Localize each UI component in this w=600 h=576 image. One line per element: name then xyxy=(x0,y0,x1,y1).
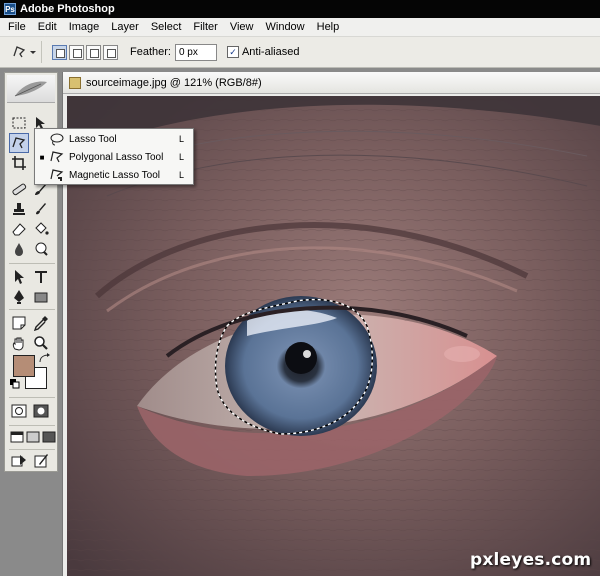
imageready-icon xyxy=(11,455,26,467)
feather-logo-icon xyxy=(14,81,47,96)
note-icon xyxy=(12,316,26,330)
zoom-icon xyxy=(34,336,48,350)
menu-filter[interactable]: Filter xyxy=(187,21,223,33)
type-tool[interactable] xyxy=(31,267,51,287)
dodge-icon xyxy=(35,242,48,256)
feather-input[interactable] xyxy=(174,43,217,61)
magnetic-lasso-icon xyxy=(50,169,64,181)
crop-tool[interactable] xyxy=(9,153,29,173)
paint-bucket-icon xyxy=(35,222,49,235)
imageready-brush-icon xyxy=(34,454,48,468)
new-selection-button[interactable] xyxy=(52,44,67,60)
default-colors-icon[interactable] xyxy=(10,379,20,389)
blur-tool[interactable] xyxy=(9,239,29,259)
document-icon xyxy=(69,76,81,89)
menu-select[interactable]: Select xyxy=(145,21,188,33)
path-selection-tool[interactable] xyxy=(9,267,29,287)
quick-mask-mode-button[interactable] xyxy=(31,401,51,421)
arrow-icon xyxy=(15,270,24,284)
hand-tool[interactable] xyxy=(9,333,29,353)
notes-tool[interactable] xyxy=(9,313,29,333)
active-bullet: ■ xyxy=(39,152,45,162)
options-bar: Feather: ✓ Anti-aliased xyxy=(0,37,600,68)
lasso-tool-flyout: Lasso Tool L ■ Polygonal Lasso Tool L Ma… xyxy=(34,128,194,185)
toolbox-divider xyxy=(9,263,55,264)
menu-help[interactable]: Help xyxy=(311,21,346,33)
flyout-shortcut: L xyxy=(179,152,185,162)
eraser-icon xyxy=(12,223,26,236)
flyout-magnetic-lasso-tool[interactable]: Magnetic Lasso Tool L xyxy=(35,166,193,184)
document-title: sourceimage.jpg @ 121% (RGB/8#) xyxy=(86,76,262,89)
jump-to-imageready-button[interactable] xyxy=(9,451,29,471)
menu-window[interactable]: Window xyxy=(260,21,311,33)
lasso-tool[interactable] xyxy=(9,133,29,153)
flyout-polygonal-lasso-tool[interactable]: ■ Polygonal Lasso Tool L xyxy=(35,148,193,166)
menu-bar: File Edit Image Layer Select Filter View… xyxy=(0,18,600,37)
selection-mode-group xyxy=(48,44,118,60)
marquee-icon xyxy=(12,117,26,129)
antialiased-checkbox[interactable]: ✓ xyxy=(226,46,239,58)
polygonal-lasso-icon xyxy=(12,46,36,58)
foreground-color-swatch[interactable] xyxy=(13,355,35,377)
standard-mode-button[interactable] xyxy=(9,401,29,421)
polygonal-lasso-icon xyxy=(50,151,64,163)
flyout-shortcut: L xyxy=(179,134,185,144)
zoom-tool[interactable] xyxy=(31,333,51,353)
menu-view[interactable]: View xyxy=(224,21,260,33)
flyout-label: Polygonal Lasso Tool xyxy=(69,151,164,163)
toolbox-logo xyxy=(7,75,55,103)
marquee-tool[interactable] xyxy=(9,113,29,133)
history-brush-tool[interactable] xyxy=(31,199,51,219)
subtract-from-selection-button[interactable] xyxy=(86,44,101,60)
pen-icon xyxy=(14,290,24,304)
flyout-label: Lasso Tool xyxy=(69,133,117,145)
eyedropper-tool[interactable] xyxy=(31,313,51,333)
type-icon xyxy=(35,271,47,283)
add-to-selection-button[interactable] xyxy=(69,44,84,60)
dodge-tool[interactable] xyxy=(31,239,51,259)
bandage-icon xyxy=(12,183,27,196)
eyedropper-icon xyxy=(33,316,48,331)
shape-tool[interactable] xyxy=(31,287,51,307)
healing-brush-tool[interactable] xyxy=(9,179,29,199)
menu-layer[interactable]: Layer xyxy=(105,21,145,33)
flyout-shortcut: L xyxy=(179,170,185,180)
window-title: Adobe Photoshop xyxy=(20,3,115,15)
screen-mode-icon xyxy=(42,431,56,443)
paint-bucket-tool[interactable] xyxy=(31,219,51,239)
intersect-selection-button[interactable] xyxy=(103,44,118,60)
stamp-icon xyxy=(13,203,25,215)
menu-file[interactable]: File xyxy=(2,21,32,33)
crop-icon xyxy=(12,156,26,170)
photoshop-logo-icon: Ps xyxy=(4,3,16,15)
history-brush-icon xyxy=(36,203,46,215)
clone-stamp-tool[interactable] xyxy=(9,199,29,219)
antialiased-label: Anti-aliased xyxy=(241,46,300,58)
edit-in-imageready-button[interactable] xyxy=(31,451,51,471)
swap-colors-icon[interactable] xyxy=(38,353,52,365)
toolbox-divider xyxy=(9,449,55,450)
watermark: pxleyes.com xyxy=(470,550,592,570)
tool-preset-picker[interactable] xyxy=(6,41,42,63)
flyout-label: Magnetic Lasso Tool xyxy=(69,169,160,181)
pen-tool[interactable] xyxy=(9,287,29,307)
title-bar: Ps Adobe Photoshop xyxy=(0,0,600,18)
screen-mode-full[interactable] xyxy=(39,427,59,447)
document-title-bar[interactable]: sourceimage.jpg @ 121% (RGB/8#) xyxy=(63,72,600,94)
standard-mode-icon xyxy=(11,404,27,418)
menu-image[interactable]: Image xyxy=(63,21,106,33)
toolbox-divider xyxy=(9,309,55,310)
water-drop-icon xyxy=(15,243,23,256)
flyout-lasso-tool[interactable]: Lasso Tool L xyxy=(35,130,193,148)
menu-edit[interactable]: Edit xyxy=(32,21,63,33)
hand-icon xyxy=(12,337,24,351)
rectangle-shape-icon xyxy=(34,292,48,303)
lasso-icon xyxy=(50,133,64,146)
polygonal-lasso-icon xyxy=(12,137,26,149)
quick-mask-icon xyxy=(33,404,49,418)
toolbox-divider xyxy=(9,425,55,426)
eraser-tool[interactable] xyxy=(9,219,29,239)
toolbox-divider xyxy=(9,397,55,398)
feather-label: Feather: xyxy=(130,46,171,58)
